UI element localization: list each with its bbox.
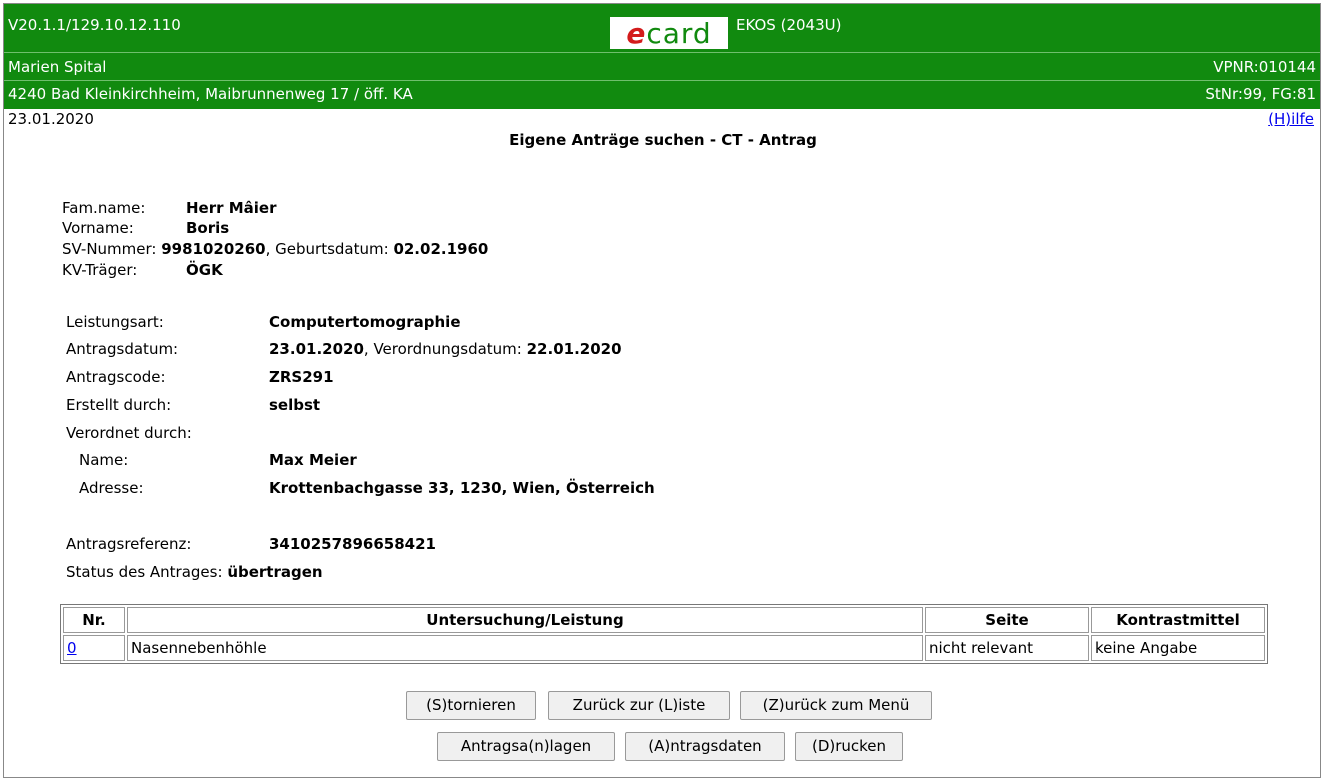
famname-value: Herr Mâier <box>186 199 277 217</box>
vorname-value: Boris <box>186 219 230 237</box>
status-row: Status des Antrages: übertragen <box>66 563 323 581</box>
organization-address: 4240 Bad Kleinkirchheim, Maibrunnenweg 1… <box>8 85 413 103</box>
zurueck-zur-liste-button[interactable]: Zurück zur (L)iste <box>548 691 730 720</box>
kv-row: KV-Träger: ÖGK <box>62 261 223 279</box>
row-detail-link[interactable]: 0 <box>67 639 77 657</box>
column-header-nr: Nr. <box>63 607 125 633</box>
organization-name: Marien Spital <box>8 58 107 76</box>
referenz-row: Antragsreferenz: 3410257896658421 <box>66 535 436 553</box>
untersuchung-table: Nr. Untersuchung/Leistung Seite Kontrast… <box>60 604 1268 664</box>
verordner-adresse-value: Krottenbachgasse 33, 1230, Wien, Österre… <box>269 479 655 497</box>
column-header-untersuchung: Untersuchung/Leistung <box>127 607 923 633</box>
help-link[interactable]: (H)ilfe <box>1268 110 1314 128</box>
ecard-logo: e card <box>610 17 728 50</box>
leistungsart-value: Computertomographie <box>269 313 461 331</box>
cell-seite: nicht relevant <box>925 635 1089 661</box>
antragsdatum-value: 23.01.2020 <box>269 340 364 358</box>
cell-untersuchung: Nasennebenhöhle <box>127 635 923 661</box>
table-row: 0 Nasennebenhöhle nicht relevant keine A… <box>63 635 1265 661</box>
erstellt-row: Erstellt durch: selbst <box>66 396 321 414</box>
cell-kontrastmittel: keine Angabe <box>1091 635 1265 661</box>
antragsdatum-row: Antragsdatum: 23.01.2020, Verordnungsdatu… <box>66 340 622 358</box>
antragscode-row: Antragscode: ZRS291 <box>66 368 334 386</box>
column-header-seite: Seite <box>925 607 1089 633</box>
leistungsart-row: Leistungsart: Computertomographie <box>66 313 461 331</box>
header-divider <box>4 52 1320 53</box>
stnr-fg: StNr:99, FG:81 <box>1205 85 1316 103</box>
geburtsdatum-value: 02.02.1960 <box>393 240 489 258</box>
column-header-kontrastmittel: Kontrastmittel <box>1091 607 1265 633</box>
antragsdaten-button[interactable]: (A)ntragsdaten <box>625 732 785 761</box>
antragsanlagen-button[interactable]: Antragsa(n)lagen <box>437 732 615 761</box>
verordnet-row: Verordnet durch: <box>66 424 192 442</box>
referenz-value: 3410257896658421 <box>269 535 436 553</box>
drucken-button[interactable]: (D)rucken <box>795 732 903 761</box>
current-date: 23.01.2020 <box>8 110 94 128</box>
zurueck-zum-menue-button[interactable]: (Z)urück zum Menü <box>740 691 932 720</box>
sv-row: SV-Nummer: 9981020260, Geburtsdatum: 02.… <box>62 240 489 258</box>
app-header: V20.1.1/129.10.12.110 e card EKOS (2043U)… <box>4 4 1320 109</box>
sv-value: 9981020260 <box>161 240 266 258</box>
verordner-name-value: Max Meier <box>269 451 357 469</box>
verordner-name-row: Name: Max Meier <box>79 451 357 469</box>
verordnungsdatum-value: 22.01.2020 <box>526 340 622 358</box>
antragscode-value: ZRS291 <box>269 368 334 386</box>
page-title: Eigene Anträge suchen - CT - Antrag <box>509 131 817 149</box>
cell-nr: 0 <box>63 635 125 661</box>
vorname-row: Vorname: Boris <box>62 219 230 237</box>
kv-value: ÖGK <box>186 261 223 279</box>
famname-row: Fam.name: Herr Mâier <box>62 199 277 217</box>
status-value: übertragen <box>227 563 323 581</box>
erstellt-value: selbst <box>269 396 321 414</box>
vpnr: VPNR:010144 <box>1213 58 1316 76</box>
stornieren-button[interactable]: (S)tornieren <box>406 691 536 720</box>
verordner-adresse-row: Adresse: Krottenbachgasse 33, 1230, Wien,… <box>79 479 655 497</box>
header-divider <box>4 80 1320 81</box>
version-info: V20.1.1/129.10.12.110 <box>8 16 181 34</box>
app-name: EKOS (2043U) <box>736 16 842 34</box>
table-header-row: Nr. Untersuchung/Leistung Seite Kontrast… <box>63 607 1265 633</box>
